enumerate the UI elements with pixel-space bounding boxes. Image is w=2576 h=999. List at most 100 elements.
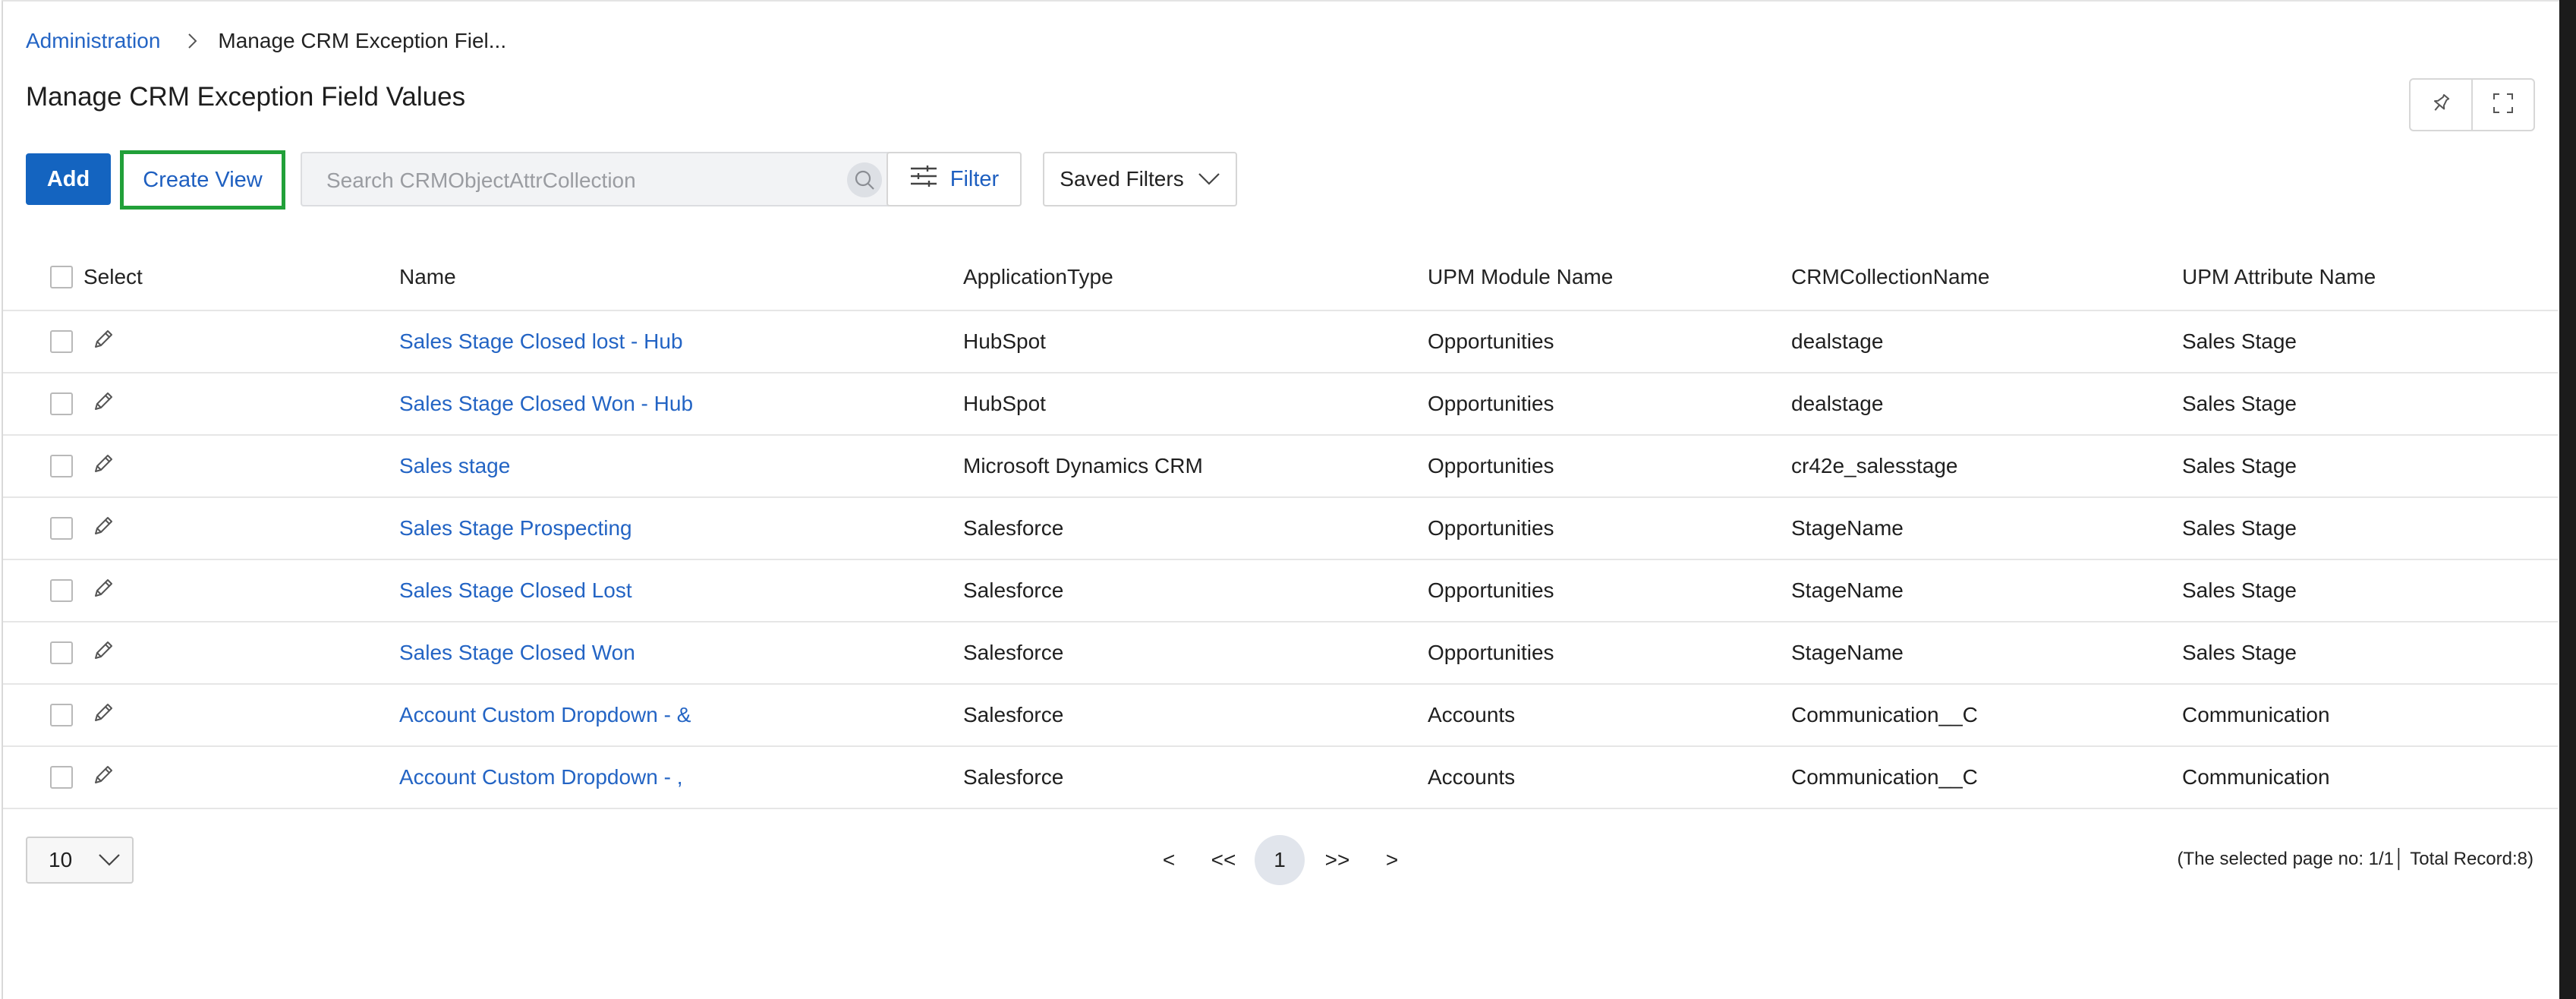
row-collection: dealstage — [1791, 329, 1884, 353]
row-module: Accounts — [1428, 703, 1516, 726]
fullscreen-button[interactable] — [2471, 80, 2533, 130]
row-application-type: HubSpot — [963, 329, 1046, 353]
column-header-name[interactable]: Name — [399, 244, 456, 310]
edit-button[interactable] — [91, 622, 115, 683]
create-view-button[interactable]: Create View — [120, 150, 285, 210]
row-name-link[interactable]: Account Custom Dropdown - , — [399, 747, 683, 808]
data-table: Select Name ApplicationType UPM Module N… — [3, 244, 2558, 809]
pencil-icon — [91, 514, 115, 544]
row-attribute: Sales Stage — [2182, 641, 2297, 664]
row-attribute: Sales Stage — [2182, 392, 2297, 415]
prev-page-button[interactable]: < — [1158, 835, 1179, 885]
pencil-icon — [91, 701, 115, 730]
edit-button[interactable] — [91, 311, 115, 372]
fullscreen-icon — [2492, 92, 2515, 118]
window-edge — [2559, 0, 2576, 999]
page-1-button[interactable]: 1 — [1255, 835, 1305, 885]
row-name-link[interactable]: Sales Stage Closed Lost — [399, 560, 632, 621]
pencil-icon — [91, 452, 115, 481]
row-collection: cr42e_salesstage — [1791, 454, 1958, 477]
row-attribute: Sales Stage — [2182, 578, 2297, 602]
row-name-link[interactable]: Sales Stage Prospecting — [399, 498, 632, 559]
row-checkbox[interactable] — [50, 455, 73, 477]
saved-filters-dropdown[interactable]: Saved Filters — [1043, 152, 1237, 206]
table-header: Select Name ApplicationType UPM Module N… — [3, 244, 2558, 311]
row-checkbox[interactable] — [50, 392, 73, 415]
row-checkbox[interactable] — [50, 766, 73, 789]
row-name-link[interactable]: Sales Stage Closed lost - Hub — [399, 311, 683, 372]
row-select-cell — [50, 373, 73, 434]
table-row: Sales Stage Closed Won - Hub HubSpot Oppor… — [3, 373, 2558, 436]
select-all-checkbox[interactable] — [50, 266, 73, 288]
row-select-cell — [50, 436, 73, 496]
row-application-type: Microsoft Dynamics CRM — [963, 454, 1203, 477]
row-name-link[interactable]: Account Custom Dropdown - & — [399, 685, 691, 745]
row-collection: StageName — [1791, 641, 1904, 664]
row-name-link[interactable]: Sales Stage Closed Won — [399, 622, 635, 683]
row-checkbox[interactable] — [50, 641, 73, 664]
first-page-button[interactable]: << — [1208, 835, 1239, 885]
row-checkbox[interactable] — [50, 704, 73, 726]
row-name-link[interactable]: Sales Stage Closed Won - Hub — [399, 373, 693, 434]
search-placeholder: Search CRMObjectAttrCollection — [326, 169, 636, 192]
row-module: Opportunities — [1428, 392, 1554, 415]
row-application-type: Salesforce — [963, 765, 1064, 789]
row-application-type: Salesforce — [963, 703, 1064, 726]
pin-icon — [2430, 92, 2452, 118]
row-select-cell — [50, 747, 73, 808]
table-row: Sales Stage Closed Lost Salesforce Opportu… — [3, 560, 2558, 622]
row-collection: StageName — [1791, 578, 1904, 602]
last-page-button[interactable]: >> — [1322, 835, 1353, 885]
search-input[interactable]: Search CRMObjectAttrCollection — [301, 152, 896, 206]
row-checkbox[interactable] — [50, 517, 73, 540]
pencil-icon — [91, 576, 115, 606]
page-size-value: 10 — [49, 848, 73, 871]
column-header-module[interactable]: UPM Module Name — [1428, 244, 1613, 310]
row-application-type: Salesforce — [963, 578, 1064, 602]
edit-button[interactable] — [91, 685, 115, 745]
row-module: Accounts — [1428, 765, 1516, 789]
row-select-cell — [50, 560, 73, 621]
edit-button[interactable] — [91, 560, 115, 621]
row-module: Opportunities — [1428, 516, 1554, 540]
chevron-down-icon — [1198, 167, 1220, 191]
row-select-cell — [50, 685, 73, 745]
row-application-type: Salesforce — [963, 641, 1064, 664]
edit-button[interactable] — [91, 373, 115, 434]
row-checkbox[interactable] — [50, 330, 73, 353]
breadcrumb-administration-link[interactable]: Administration — [26, 29, 160, 53]
row-collection: Communication__C — [1791, 703, 1978, 726]
pencil-icon — [91, 638, 115, 668]
filter-button[interactable]: Filter — [886, 152, 1022, 206]
column-header-attribute[interactable]: UPM Attribute Name — [2182, 244, 2376, 310]
row-module: Opportunities — [1428, 329, 1554, 353]
row-select-cell — [50, 622, 73, 683]
column-header-collection[interactable]: CRMCollectionName — [1791, 244, 1989, 310]
next-page-button[interactable]: > — [1381, 835, 1403, 885]
table-row: Account Custom Dropdown - & Salesforce Acc… — [3, 685, 2558, 747]
row-checkbox[interactable] — [50, 579, 73, 602]
row-select-cell — [50, 311, 73, 372]
row-collection: Communication__C — [1791, 765, 1978, 789]
add-button[interactable]: Add — [26, 153, 111, 205]
page-size-select[interactable]: 10 — [26, 837, 134, 884]
edit-button[interactable] — [91, 498, 115, 559]
search-icon[interactable] — [847, 162, 882, 197]
row-application-type: HubSpot — [963, 392, 1046, 415]
row-module: Opportunities — [1428, 641, 1554, 664]
row-select-cell — [50, 498, 73, 559]
edit-button[interactable] — [91, 436, 115, 496]
pin-button[interactable] — [2411, 80, 2471, 130]
table-body: Sales Stage Closed lost - Hub HubSpot Oppo… — [3, 311, 2558, 809]
row-name-link[interactable]: Sales stage — [399, 436, 510, 496]
column-header-application-type[interactable]: ApplicationType — [963, 244, 1113, 310]
row-attribute: Sales Stage — [2182, 329, 2297, 353]
pencil-icon — [91, 327, 115, 357]
saved-filters-label: Saved Filters — [1060, 167, 1184, 191]
chevron-right-icon — [183, 32, 201, 50]
row-collection: dealstage — [1791, 392, 1884, 415]
column-header-select: Select — [83, 265, 143, 288]
edit-button[interactable] — [91, 747, 115, 808]
chevron-down-icon — [98, 848, 121, 872]
filter-label: Filter — [949, 166, 1000, 191]
